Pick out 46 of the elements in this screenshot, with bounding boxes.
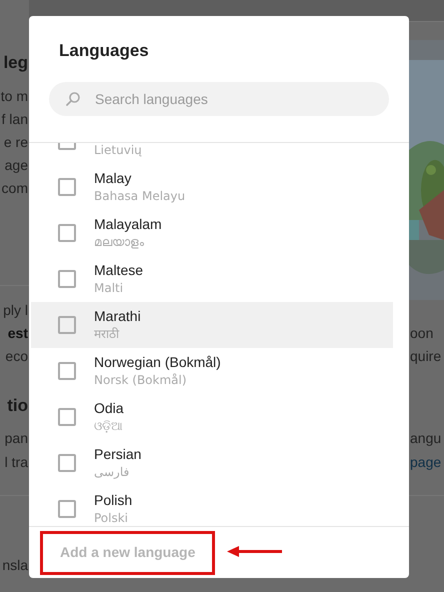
checkbox[interactable] [58,362,76,380]
paragraph-text: age [4,156,28,175]
search-field[interactable]: Search languages [49,82,389,116]
language-item[interactable]: Marathi मराठी [31,302,393,348]
paragraph-text: l tra [4,453,28,472]
native-name: ଓଡ଼ିଆ [94,418,124,435]
native-name: Malti [94,280,124,297]
paragraph-text: nsla [2,556,28,575]
paragraph-text: com [2,179,28,198]
dialog-title: Languages [58,40,150,62]
paragraph-text: angu [410,429,442,448]
language-name: Maltese [94,261,144,280]
native-name: മലയാളം [94,234,145,251]
native-name: Polski [94,510,130,526]
heading-text: tio [7,395,28,417]
native-name: मराठी [94,326,120,343]
paragraph-text: to m [0,87,28,106]
checkbox[interactable] [58,270,76,288]
paragraph-text: oon [410,324,434,343]
paragraph-text: ply l [3,301,28,320]
language-name: Marathi [94,307,141,326]
paragraph-text: e re [4,133,28,152]
paragraph-text: pan [4,429,28,448]
language-name: Persian [94,445,142,464]
native-name: فارسی [94,464,130,481]
language-name: Malayalam [94,215,162,234]
paragraph-text: est [8,324,28,343]
paragraph-text: f lan [2,110,28,129]
native-name: Bahasa Melayu [94,188,186,205]
native-name: Lietuvių [94,143,142,159]
language-name: Malay [94,169,132,188]
language-name: Odia [94,399,124,418]
checkbox[interactable] [58,178,76,196]
checkbox[interactable] [58,316,76,334]
checkbox[interactable] [58,408,76,426]
language-name: Polish [94,491,132,510]
checkbox[interactable] [58,454,76,472]
checkbox[interactable] [58,500,76,518]
native-name: Norsk (Bokmål) [94,372,188,389]
checkbox[interactable] [58,224,76,242]
language-name: Norwegian (Bokmål) [94,353,221,372]
heading-text: leg [3,52,28,74]
paragraph-text: eco [5,347,28,366]
paragraph-text: quire [410,347,442,366]
arrow-icon [226,545,284,558]
search-icon [65,91,81,107]
